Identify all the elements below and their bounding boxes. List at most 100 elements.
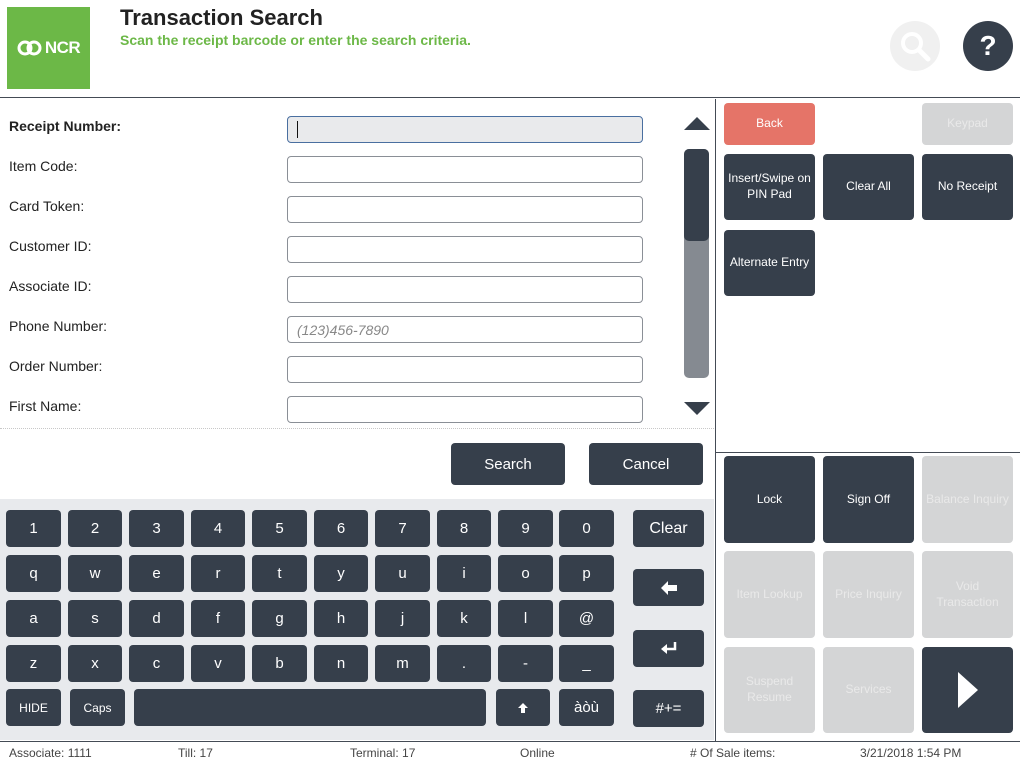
customer-id-input[interactable] [287, 236, 643, 263]
clear-all-button[interactable]: Clear All [823, 154, 914, 220]
key[interactable]: o [498, 555, 553, 592]
key[interactable]: n [314, 645, 368, 682]
shift-arrow-icon [518, 702, 528, 713]
transaction-search-screen: NCR Transaction Search Scan the receipt … [0, 0, 1020, 763]
play-arrow-icon [957, 672, 978, 708]
symbols-key[interactable]: #+= [633, 690, 704, 727]
key[interactable]: e [129, 555, 184, 592]
back-button[interactable]: Back [724, 103, 815, 145]
phone-number-input[interactable] [287, 316, 643, 343]
key[interactable]: k [437, 600, 491, 637]
backspace-arrow-icon [660, 580, 677, 595]
price-inquiry-button[interactable]: Price Inquiry [823, 551, 914, 638]
shift-key[interactable] [496, 689, 550, 726]
key[interactable]: 5 [252, 510, 307, 547]
right-panel-divider [716, 452, 1020, 453]
key[interactable]: x [68, 645, 122, 682]
order-number-input[interactable] [287, 356, 643, 383]
form-row-customer-id: Customer ID: [0, 226, 680, 266]
receipt-number-input[interactable] [287, 116, 643, 143]
key[interactable]: i [437, 555, 491, 592]
key[interactable]: v [191, 645, 245, 682]
key[interactable]: 1 [6, 510, 61, 547]
scroll-down-arrow-icon[interactable] [684, 402, 710, 415]
key[interactable]: p [559, 555, 614, 592]
search-icon [901, 32, 931, 62]
ncr-rings-icon [17, 40, 42, 56]
key[interactable]: _ [559, 645, 614, 682]
key[interactable]: 2 [68, 510, 122, 547]
item-code-input[interactable] [287, 156, 643, 183]
void-transaction-button[interactable]: Void Transaction [922, 551, 1013, 638]
key[interactable]: 8 [437, 510, 491, 547]
lock-button[interactable]: Lock [724, 456, 815, 543]
backspace-key[interactable] [633, 569, 704, 606]
key[interactable]: g [252, 600, 307, 637]
key[interactable]: 4 [191, 510, 245, 547]
caps-key[interactable]: Caps [70, 689, 125, 726]
card-token-input[interactable] [287, 196, 643, 223]
key[interactable]: r [191, 555, 245, 592]
sign-off-button[interactable]: Sign Off [823, 456, 914, 543]
associate-id-input[interactable] [287, 276, 643, 303]
search-button-primary[interactable]: Search [451, 443, 565, 485]
terminal-status: Terminal: 17 [350, 746, 416, 760]
accents-key[interactable]: àòù [559, 689, 614, 726]
help-icon: ? [979, 30, 997, 61]
space-key[interactable] [134, 689, 486, 726]
first-name-label: First Name: [9, 398, 82, 414]
key[interactable]: w [68, 555, 122, 592]
key[interactable]: c [129, 645, 184, 682]
key[interactable]: d [129, 600, 184, 637]
logo-text: NCR [44, 38, 81, 57]
key[interactable]: z [6, 645, 61, 682]
customer-id-label: Customer ID: [9, 238, 92, 254]
key[interactable]: 9 [498, 510, 553, 547]
key[interactable]: 6 [314, 510, 368, 547]
item-lookup-button[interactable]: Item Lookup [724, 551, 815, 638]
key[interactable]: 0 [559, 510, 614, 547]
on-screen-keyboard: 1 2 3 4 5 6 7 8 9 0 q w e r t y u i o p … [0, 499, 714, 740]
key[interactable]: y [314, 555, 368, 592]
cancel-button[interactable]: Cancel [589, 443, 703, 485]
receipt-number-label: Receipt Number: [9, 118, 122, 134]
vertical-divider [715, 99, 716, 741]
key[interactable]: u [375, 555, 430, 592]
key[interactable]: l [498, 600, 553, 637]
enter-key[interactable] [633, 630, 704, 667]
no-receipt-button[interactable]: No Receipt [922, 154, 1013, 220]
online-status: Online [520, 746, 555, 760]
key[interactable]: b [252, 645, 307, 682]
balance-inquiry-button[interactable]: Balance Inquiry [922, 456, 1013, 543]
search-button[interactable] [890, 21, 940, 71]
keypad-button[interactable]: Keypad [922, 103, 1013, 145]
scroll-up-arrow-icon[interactable] [684, 117, 710, 130]
scrollbar-thumb[interactable] [684, 149, 709, 241]
key[interactable]: 7 [375, 510, 430, 547]
help-button[interactable]: ? [963, 21, 1013, 71]
form-row-receipt-number: Receipt Number: [0, 106, 680, 146]
text-caret [297, 121, 298, 138]
next-page-button[interactable] [922, 647, 1013, 733]
key[interactable]: m [375, 645, 430, 682]
first-name-input[interactable] [287, 396, 643, 423]
key[interactable]: h [314, 600, 368, 637]
key[interactable]: . [437, 645, 491, 682]
suspend-resume-button[interactable]: Suspend Resume [724, 647, 815, 733]
key[interactable]: t [252, 555, 307, 592]
order-number-label: Order Number: [9, 358, 103, 374]
key[interactable]: 3 [129, 510, 184, 547]
key[interactable]: s [68, 600, 122, 637]
page-title: Transaction Search [120, 5, 323, 30]
key[interactable]: q [6, 555, 61, 592]
key[interactable]: - [498, 645, 553, 682]
key[interactable]: a [6, 600, 61, 637]
key[interactable]: j [375, 600, 430, 637]
key[interactable]: @ [559, 600, 614, 637]
hide-keyboard-key[interactable]: HIDE [6, 689, 61, 726]
key[interactable]: f [191, 600, 245, 637]
alternate-entry-button[interactable]: Alternate Entry [724, 230, 815, 296]
clear-key[interactable]: Clear [633, 510, 704, 547]
insert-swipe-button[interactable]: Insert/Swipe on PIN Pad [724, 154, 815, 220]
services-button[interactable]: Services [823, 647, 914, 733]
